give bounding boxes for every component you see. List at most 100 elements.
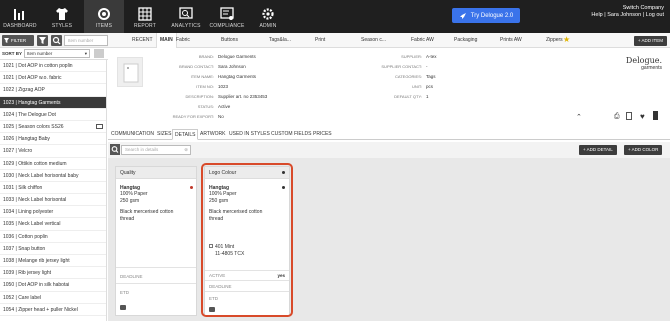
- switch-company-link[interactable]: Switch Company: [591, 5, 664, 12]
- add-item-button[interactable]: + ADD ITEM: [633, 36, 667, 46]
- info-value: Sara Johnson: [218, 64, 246, 69]
- color-swatch-checkbox[interactable]: [209, 244, 213, 248]
- nav-admin[interactable]: ADMIN: [248, 0, 288, 33]
- nav-label: ANALYTICS: [171, 23, 201, 29]
- detail-card-logo-colour[interactable]: Logo Colour Hangtag 100% Paper 250 gsm B…: [204, 166, 290, 316]
- nav-compliance[interactable]: COMPLIANCE: [207, 0, 247, 33]
- tab-item[interactable]: Prints AW: [500, 33, 522, 48]
- add-detail-button[interactable]: + ADD DETAIL: [579, 145, 617, 155]
- list-item[interactable]: 1022 | Zigzag AOP: [0, 84, 106, 97]
- tab-item[interactable]: Fabric AW: [411, 33, 434, 48]
- tab-item[interactable]: Print: [315, 33, 325, 48]
- list-item[interactable]: 1030 | Neck Label horisontal baby: [0, 170, 106, 182]
- sort-direction-button[interactable]: [94, 49, 104, 58]
- copy-icon[interactable]: [626, 112, 632, 120]
- print-icon[interactable]: ⎙: [614, 113, 620, 121]
- dashboard-icon: [14, 9, 24, 20]
- tab-item[interactable]: MAIN: [156, 33, 177, 48]
- tab-item[interactable]: Tags&la...: [269, 33, 291, 48]
- subtab-item[interactable]: ARTWORK: [198, 129, 227, 140]
- user-area: Switch Company Help | Sara Johnson | Log…: [591, 5, 664, 19]
- info-key: DESCRIPTION:: [185, 94, 214, 99]
- nav-analytics[interactable]: ANALYTICS: [166, 0, 206, 33]
- funnel-icon: [4, 38, 9, 43]
- details-search-button[interactable]: [110, 144, 120, 155]
- nav-label: DASHBOARD: [3, 23, 37, 29]
- list-item[interactable]: 1031 | Silk chiffon: [0, 182, 106, 195]
- comment-icon[interactable]: [120, 305, 126, 310]
- sort-select[interactable]: Item number ▾: [24, 49, 90, 58]
- subtab-item[interactable]: CUSTOM FIELDS: [269, 129, 313, 140]
- list-item[interactable]: 1026 | Hangtag Baby: [0, 133, 106, 146]
- chevron-down-icon: ▾: [84, 51, 87, 56]
- nav-label: STYLES: [51, 23, 73, 29]
- info-value: -: [426, 64, 428, 69]
- list-item[interactable]: 1034 | Lining polyester: [0, 206, 106, 219]
- try-delogue-button[interactable]: Try Delogue 2.0: [452, 8, 520, 23]
- list-item[interactable]: 1037 | Snap button: [0, 243, 106, 255]
- list-item[interactable]: 1021 | Dot AOP w.o. fabric: [0, 72, 106, 85]
- sort-by-label: SORT BY: [2, 51, 23, 56]
- detail-subtabs: COMMUNICATION SIZES DETAILS ARTWORK USED IN …: [108, 129, 670, 140]
- list-item[interactable]: 1029 | Ottikin cotton medium: [0, 158, 106, 170]
- card-line: 100% Paper: [120, 191, 148, 197]
- list-item[interactable]: 1025 | Season colors SS26: [0, 121, 106, 134]
- add-color-label: ADD COLOR: [631, 147, 659, 152]
- card-line: 250 gsm: [209, 198, 229, 204]
- brand-logo: Delogue. garments: [626, 56, 662, 71]
- subtab-item[interactable]: PRICES: [311, 129, 334, 140]
- tab-item[interactable]: Zippers: [546, 33, 563, 48]
- list-item[interactable]: 1027 | Velcro: [0, 145, 106, 158]
- card-line: Black mercerised cotton thread: [120, 209, 174, 222]
- heart-icon[interactable]: ♥: [640, 112, 645, 121]
- nav-report[interactable]: REPORT: [125, 0, 165, 33]
- tab-item[interactable]: Fabric: [176, 33, 190, 48]
- comment-icon[interactable]: [209, 307, 215, 312]
- info-key: UNIT:: [412, 84, 422, 89]
- subtab-item[interactable]: SIZES: [155, 129, 173, 140]
- subtab-item[interactable]: DETAILS: [172, 129, 199, 140]
- list-item[interactable]: 1054 | Zipper head + puller Nickel: [0, 304, 106, 316]
- details-search-input[interactable]: Search in details ⊗: [121, 145, 191, 155]
- status-dot: [190, 186, 193, 189]
- compliance-icon: [220, 7, 234, 20]
- active-label: ACTIVE: [209, 273, 226, 278]
- tab-item[interactable]: Packaging: [454, 33, 477, 48]
- nav-label: COMPLIANCE: [209, 23, 245, 29]
- info-value: 1: [426, 94, 429, 99]
- filter-button[interactable]: FILTER: [2, 35, 34, 46]
- nav-styles[interactable]: STYLES: [42, 0, 82, 33]
- list-item[interactable]: 1052 | Care label: [0, 292, 106, 304]
- add-color-button[interactable]: + ADD COLOR: [624, 145, 663, 155]
- tab-item[interactable]: Season c...: [361, 33, 386, 48]
- nav-items[interactable]: ITEMS: [84, 0, 124, 33]
- clear-icon[interactable]: ⊗: [184, 146, 188, 154]
- item-search-input[interactable]: Item number: [64, 35, 108, 46]
- user-links[interactable]: Help | Sara Johnson | Log out: [591, 12, 664, 19]
- bookmark-icon[interactable]: [653, 111, 658, 120]
- list-item[interactable]: 1023 | Hangtag Garments: [0, 96, 106, 109]
- tab-item[interactable]: RECENT: [132, 33, 153, 48]
- list-item[interactable]: 1024 | The Delogue Dot: [0, 109, 106, 121]
- detail-card-quality[interactable]: Quality Hangtag 100% Paper 250 gsm Black…: [115, 166, 197, 316]
- list-item[interactable]: 1050 | Dot AOP in silk habotai: [0, 279, 106, 292]
- list-item[interactable]: 1036 | Cotton poplin: [0, 231, 106, 243]
- collapse-up-icon[interactable]: ⌃: [576, 113, 582, 121]
- subtab-item[interactable]: USED IN STYLES: [227, 129, 272, 140]
- color-code: 11-4805 TCX: [215, 251, 245, 257]
- tab-item[interactable]: Buttons: [221, 33, 238, 48]
- list-item[interactable]: 1035 | Neck Label vertical: [0, 218, 106, 231]
- clear-filter-button[interactable]: [37, 35, 48, 46]
- list-item[interactable]: 1038 | Melange rib jersey light: [0, 255, 106, 268]
- card-header: Logo Colour: [205, 167, 289, 179]
- list-item[interactable]: 1033 | Neck Label horisontal: [0, 194, 106, 207]
- info-value: Active: [218, 104, 231, 109]
- status-dot: [282, 186, 285, 189]
- search-toggle-button[interactable]: [51, 35, 62, 46]
- subtab-item[interactable]: COMMUNICATION: [109, 129, 156, 140]
- list-item[interactable]: 1021 | Dot AOP in cotton poplin: [0, 60, 106, 73]
- star-icon[interactable]: ★: [563, 36, 570, 44]
- list-item[interactable]: 1039 | Rib jersey light: [0, 267, 106, 280]
- nav-dashboard[interactable]: DASHBOARD: [0, 0, 40, 33]
- status-dot: [282, 171, 285, 174]
